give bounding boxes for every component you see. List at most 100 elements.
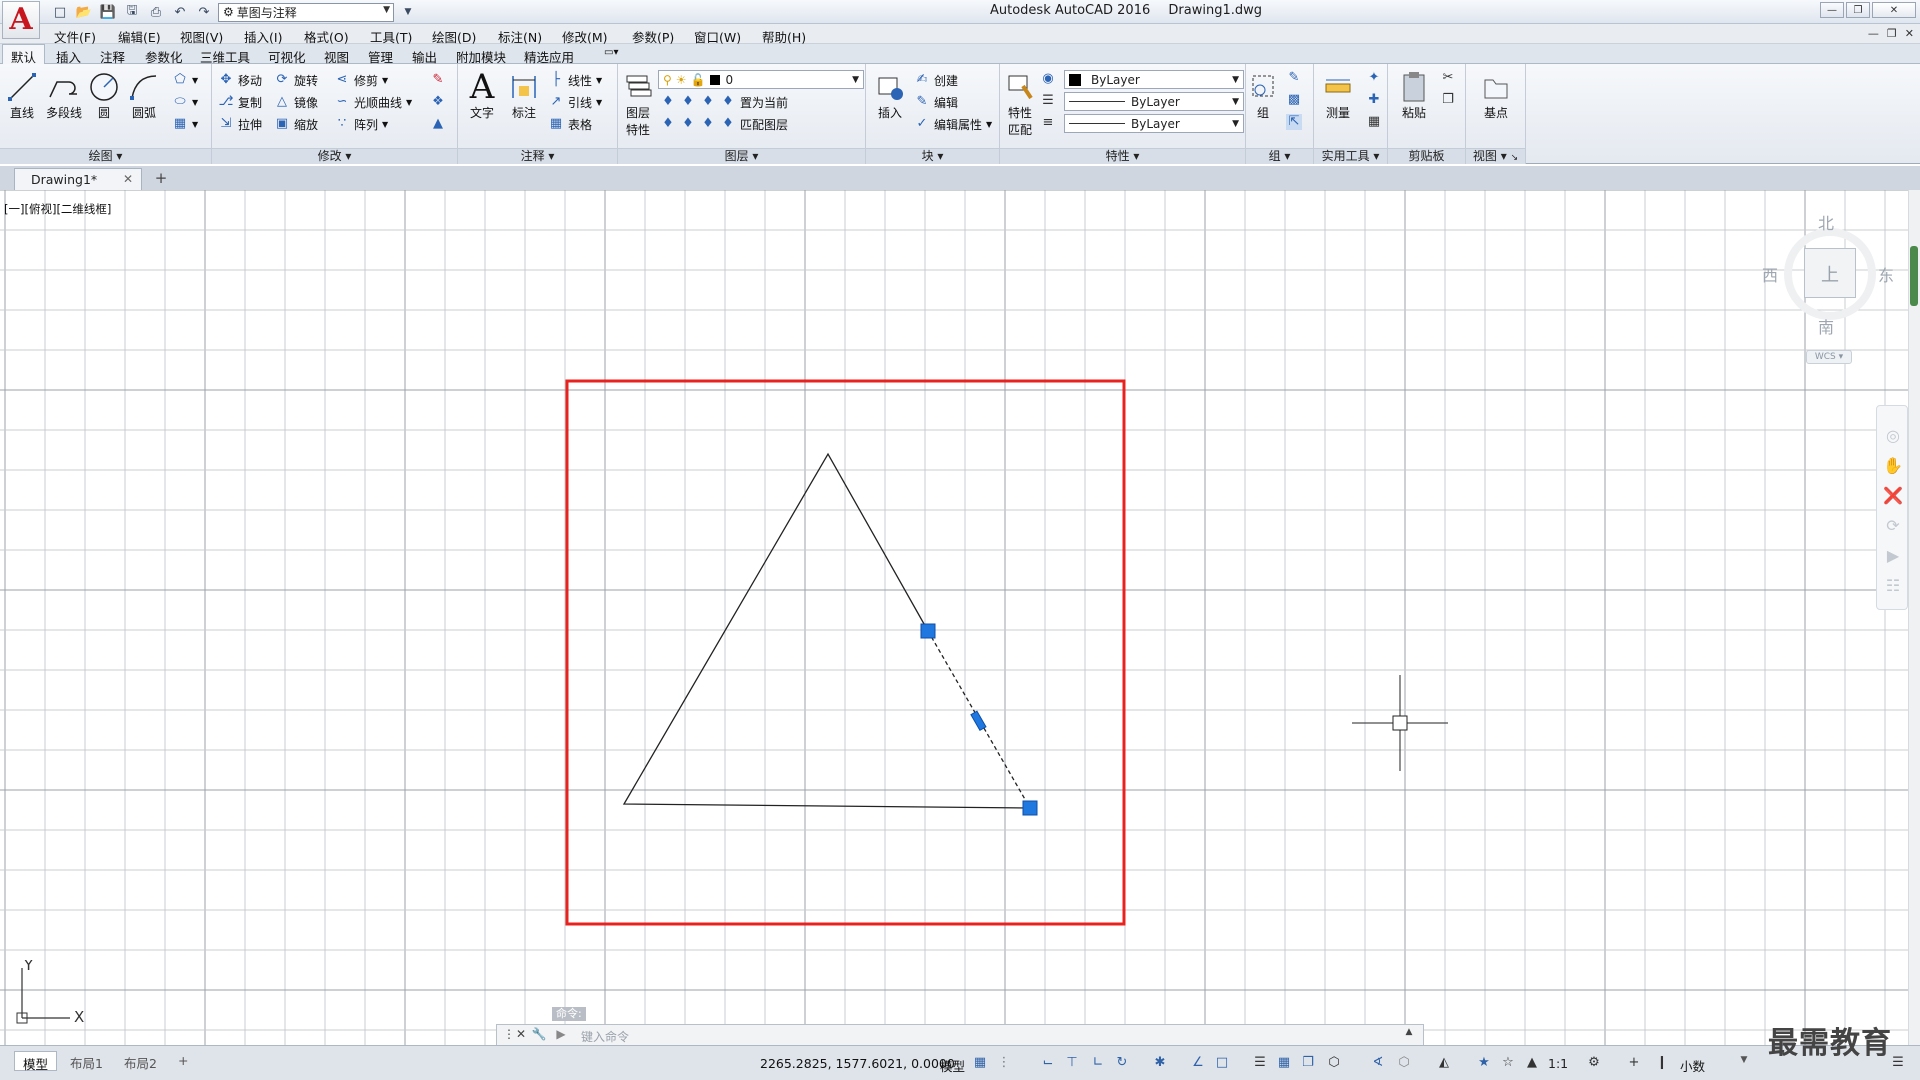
linear-dim-button[interactable]: ├ 线性 ▼ (548, 70, 602, 90)
layer-select[interactable]: ⚲ ☀ 🔓 0 ▼ (658, 70, 864, 89)
viewcube[interactable]: 北 南 东 西 上 WCS ▾ (1756, 210, 1894, 364)
layer-unisolate-icon[interactable]: ♦ (680, 116, 696, 132)
layer-unlock-icon[interactable]: ♦ (720, 116, 736, 132)
arc-button[interactable]: 圆弧 (124, 70, 164, 121)
vertical-scrollbar[interactable] (1908, 190, 1920, 1045)
new-tab-button[interactable]: + (150, 169, 172, 187)
isometric-icon[interactable]: ✱ (1152, 1055, 1168, 1071)
panel-block-title[interactable]: 块 ▾ (866, 148, 999, 164)
ungroup-icon[interactable]: ✎ (1286, 70, 1302, 86)
edit-attributes-button[interactable]: ✓ 编辑属性 ▼ (914, 114, 993, 134)
offset-button[interactable]: ▲ (430, 114, 446, 134)
erase-button[interactable]: ✎ (430, 70, 446, 90)
dynamic-ucs-icon[interactable]: ∢ (1370, 1055, 1386, 1071)
scale-button[interactable]: ▣ 缩放 (274, 114, 318, 134)
3d-osnap-icon[interactable]: ⬡ (1326, 1055, 1342, 1071)
object-snap-icon[interactable]: □ (1214, 1055, 1230, 1071)
transparency-icon[interactable]: ▦ (1276, 1055, 1292, 1071)
print-icon[interactable]: ⎙ (146, 2, 166, 22)
chevron-up-icon[interactable]: ▲ (1401, 1027, 1417, 1043)
explode-button[interactable]: ❖ (430, 92, 446, 112)
command-input[interactable]: 键入命令 (581, 1028, 629, 1045)
units-select[interactable]: 小数 (1680, 1056, 1705, 1075)
annotation-scale-value[interactable]: 1:1 (1548, 1056, 1568, 1071)
tab-default[interactable]: 默认 (2, 44, 46, 65)
nav-settings-icon[interactable]: ☷ (1883, 576, 1903, 596)
annotation-visibility-icon[interactable]: ★ (1476, 1055, 1492, 1071)
layer-freeze-icon[interactable]: ♦ (700, 94, 716, 110)
steering-wheel-icon[interactable]: ◎ (1883, 426, 1903, 446)
compass-east[interactable]: 东 (1878, 262, 1894, 286)
group-select-icon[interactable]: ⇱ (1286, 114, 1302, 130)
rotate-button[interactable]: ⟳ 旋转 (274, 70, 318, 90)
workspace-select[interactable]: ⚙ 草图与注释 ▼ (218, 2, 394, 22)
infer-constraints-icon[interactable]: ⌙ (1040, 1055, 1056, 1071)
qat-menu-icon[interactable]: ▼ (398, 2, 418, 22)
panel-clipboard-title[interactable]: 剪贴板 (1388, 148, 1465, 164)
annotation-monitor-icon[interactable]: + (1626, 1055, 1642, 1071)
ribbon-minimize-icon[interactable]: ▭▾ (604, 47, 618, 58)
layer-isolate-icon[interactable]: ♦ (680, 94, 696, 110)
pan-icon[interactable]: ✋ (1883, 456, 1903, 476)
stretch-button[interactable]: ⇲ 拉伸 (218, 114, 262, 134)
hatch-button[interactable]: ▦ ▼ (172, 114, 198, 134)
coordinate-readout[interactable]: 2265.2825, 1577.6021, 0.0000 (760, 1056, 955, 1071)
undo-icon[interactable]: ↶ (170, 2, 190, 22)
lineweight-icon[interactable]: ≡ (1040, 115, 1056, 131)
panel-utilities-title[interactable]: 实用工具 ▾ (1314, 148, 1387, 164)
redo-icon[interactable]: ↷ (194, 2, 214, 22)
open-icon[interactable]: 📂 (74, 2, 94, 22)
base-view-button[interactable]: 基点 (1476, 70, 1516, 121)
layer-lock-icon[interactable]: ♦ (720, 94, 736, 110)
array-button[interactable]: ∵ 阵列 ▼ (334, 114, 388, 134)
drawing-canvas[interactable]: [一][俯视][二维线框] Y X 北 南 东 西 上 WCS ▾ ◎ ✋ ❌ … (0, 190, 1920, 1045)
lineweight-display-icon[interactable]: ☰ (1252, 1055, 1268, 1071)
layout-tab-1[interactable]: 布局1 (62, 1051, 111, 1071)
annotation-scale-icon[interactable]: ▲ (1524, 1055, 1540, 1071)
move-button[interactable]: ✥ 移动 (218, 70, 262, 90)
layer-off-icon[interactable]: ♦ (660, 94, 676, 110)
copy-clip-icon[interactable]: ❐ (1440, 92, 1456, 108)
grid-toggle-icon[interactable]: ▦ (972, 1055, 988, 1071)
customization-icon[interactable]: ☰ (1890, 1055, 1906, 1071)
minimize-button[interactable]: — (1820, 2, 1844, 18)
viewcube-top-face[interactable]: 上 (1804, 248, 1856, 298)
layout-tab-2[interactable]: 布局2 (116, 1051, 165, 1071)
doc-close-icon[interactable]: ✕ (1905, 27, 1914, 40)
workspace-switch-icon[interactable]: ⚙ (1586, 1055, 1602, 1071)
cut-icon[interactable]: ✂ (1440, 70, 1456, 86)
panel-modify-title[interactable]: 修改 ▾ (212, 148, 457, 164)
panel-layers-title[interactable]: 图层 ▾ (618, 148, 865, 164)
panel-groups-title[interactable]: 组 ▾ (1246, 148, 1313, 164)
save-as-icon[interactable]: 🖫 (122, 2, 142, 22)
color-select[interactable]: ByLayer ▼ (1064, 70, 1244, 89)
scrollbar-thumb[interactable] (1910, 246, 1918, 306)
trim-button[interactable]: ⋖ 修剪 ▼ (334, 70, 389, 90)
snap-toggle-icon[interactable]: ⋮ (996, 1055, 1012, 1071)
linetype-icon[interactable]: ☰ (1040, 93, 1056, 109)
showmotion-icon[interactable]: ▶ (1883, 546, 1903, 566)
polar-tracking-icon[interactable]: ↻ (1114, 1055, 1130, 1071)
restore-button[interactable]: ❐ (1846, 2, 1870, 18)
layer-on-icon[interactable]: ♦ (660, 116, 676, 132)
dynamic-input-icon[interactable]: ⊤ (1064, 1055, 1080, 1071)
selection-cycling-icon[interactable]: ❐ (1300, 1055, 1316, 1071)
application-menu-button[interactable]: A (2, 1, 40, 39)
paste-button[interactable]: 粘贴 (1394, 70, 1434, 121)
layout-tab-model[interactable]: 模型 (14, 1051, 58, 1072)
command-line[interactable]: ⋮ ✕ 🔧 ▶ 键入命令 ▲ (496, 1024, 1424, 1045)
cmd-prompt-icon[interactable]: ▶ (553, 1027, 569, 1043)
fillet-button[interactable]: ∽ 光顺曲线 ▼ (334, 92, 413, 112)
grip-vertex[interactable] (920, 623, 936, 639)
table-button[interactable]: ▦ 表格 (548, 114, 592, 134)
object-snap-tracking-icon[interactable]: ∠ (1190, 1055, 1206, 1071)
close-icon[interactable]: ✕ (513, 1027, 529, 1043)
color-wheel-icon[interactable]: ◉ (1040, 71, 1056, 87)
zoom-icon[interactable]: ❌ (1883, 486, 1903, 506)
polygon-button[interactable]: ⬠ ▼ (172, 70, 198, 90)
close-icon[interactable]: ✕ (123, 172, 133, 186)
compass-north[interactable]: 北 (1818, 210, 1834, 234)
group-edit-icon[interactable]: ▩ (1286, 92, 1302, 108)
grip-midpoint[interactable] (970, 710, 987, 731)
gizmo-icon[interactable]: ◭ (1436, 1055, 1452, 1071)
